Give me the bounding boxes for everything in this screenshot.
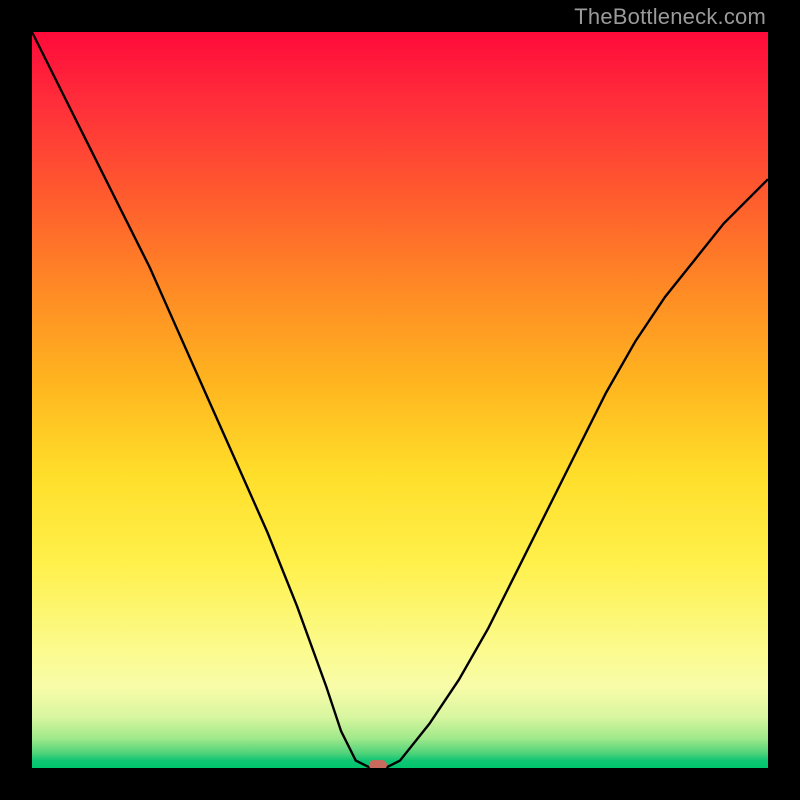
watermark-text: TheBottleneck.com bbox=[574, 4, 766, 30]
minimum-marker bbox=[369, 760, 387, 768]
plot-area bbox=[32, 32, 768, 768]
curve-svg bbox=[32, 32, 768, 768]
chart-frame: TheBottleneck.com bbox=[0, 0, 800, 800]
bottleneck-curve bbox=[32, 32, 768, 768]
